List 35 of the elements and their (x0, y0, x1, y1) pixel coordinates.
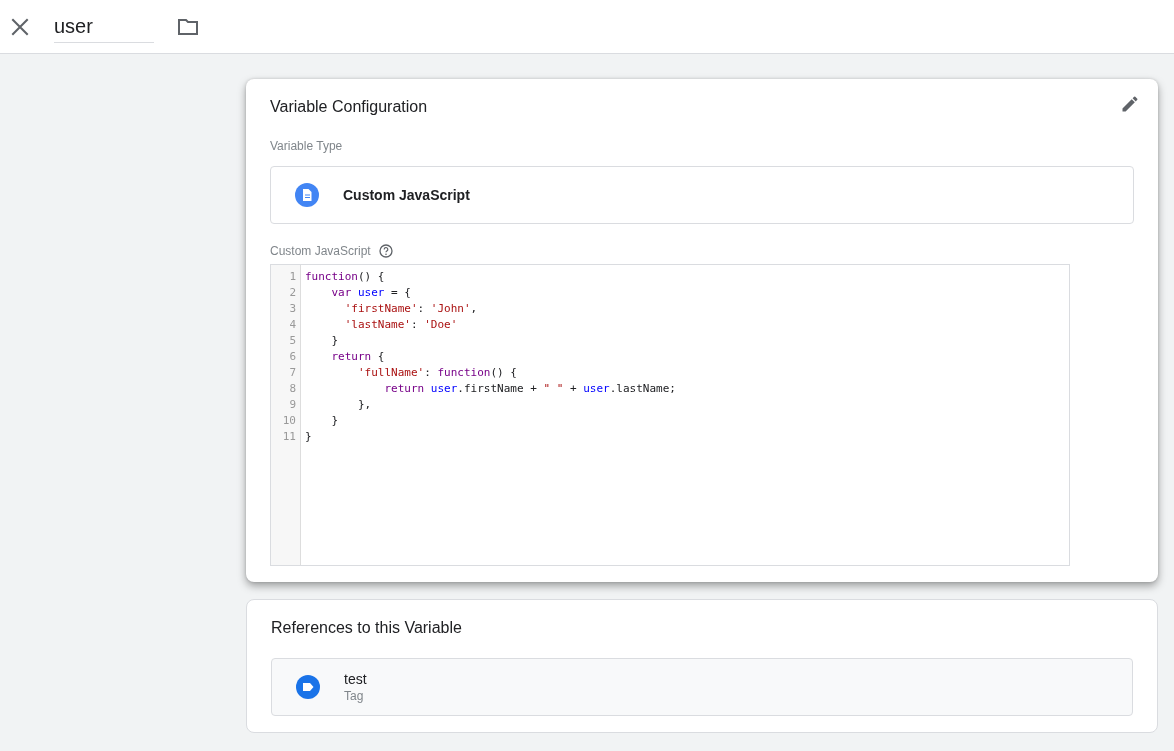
reference-name: test (344, 671, 367, 687)
code-line: 'fullName': function() { (356, 365, 518, 381)
card-title: Variable Configuration (270, 97, 428, 117)
reference-type: Tag (344, 689, 365, 703)
code-line: 'firstName': 'John', (343, 301, 479, 317)
line-number: 6 (289, 349, 297, 365)
line-number: 11 (282, 429, 297, 445)
reference-item[interactable]: test Tag (271, 658, 1133, 716)
field-label: Variable Type (270, 139, 344, 153)
code-line: } (330, 413, 340, 429)
code-line: var user = { (330, 285, 412, 301)
code-editor[interactable]: 1 2 3 4 5 6 7 8 9 10 11 function() { var user = { 'firstName': 'John', 'lastName': 'Doe' } return { 'fullName': function() { return user.firstName + " " + user.lastName; }, } } (270, 264, 1070, 566)
code-line: } (305, 429, 313, 445)
field-label: Custom JavaScript (270, 244, 371, 258)
code-line: } (330, 333, 340, 349)
code-line: function() { (305, 269, 386, 285)
line-number: 9 (289, 397, 297, 413)
tag-icon (296, 675, 320, 699)
line-number: 2 (289, 285, 297, 301)
line-number: 7 (289, 365, 297, 381)
help-icon[interactable] (378, 244, 393, 258)
code-line: 'lastName': 'Doe' (343, 317, 459, 333)
line-number: 3 (289, 301, 297, 317)
line-number: 8 (289, 381, 297, 397)
line-number: 1 (289, 269, 297, 285)
document-icon (295, 183, 319, 207)
card-title: References to this Variable (271, 618, 462, 638)
line-number: 5 (289, 333, 297, 349)
line-number: 4 (289, 317, 297, 333)
line-number: 10 (282, 413, 297, 429)
variable-type-box[interactable]: Custom JavaScript (270, 166, 1134, 224)
code-line: return { (330, 349, 386, 365)
code-line: return user.firstName + " " + user.lastName; (383, 381, 676, 397)
variable-type: Custom JavaScript (343, 187, 470, 203)
code-line: }, (356, 397, 373, 413)
